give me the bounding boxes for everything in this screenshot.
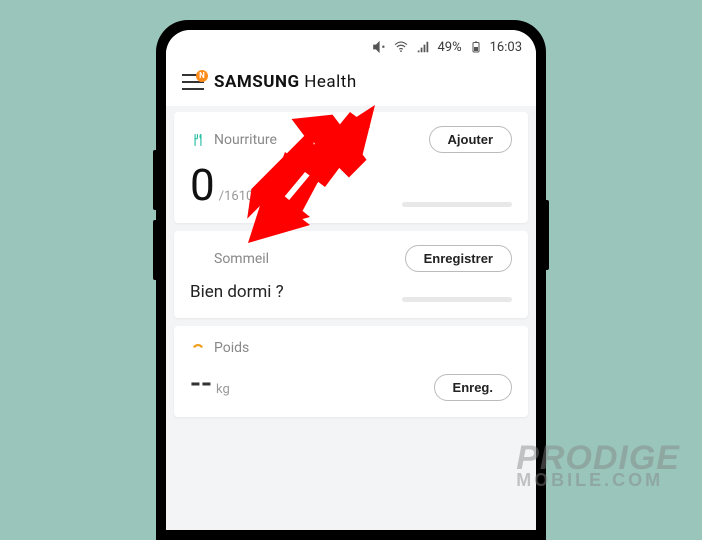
title-brand: SAMSUNG — [214, 72, 300, 92]
title-app: Health — [304, 72, 356, 92]
watermark-line2: MOBILE.COM — [516, 473, 680, 488]
status-bar: 49% 16:03 — [166, 30, 536, 64]
food-goal: /1610 kcal — [219, 189, 280, 204]
food-label: Nourriture — [214, 132, 277, 148]
app-title: SAMSUNG Health — [214, 72, 357, 92]
moon-icon — [190, 251, 206, 267]
cards-container: Nourriture Ajouter 0 /1610 kcal — [166, 106, 536, 423]
scale-icon — [190, 340, 206, 356]
card-weight[interactable]: Poids -- kg Enreg. — [174, 326, 528, 417]
sleep-question: Bien dormi ? — [190, 282, 284, 302]
card-food[interactable]: Nourriture Ajouter 0 /1610 kcal — [174, 112, 528, 223]
app-header: N SAMSUNG Health — [166, 64, 536, 106]
menu-icon[interactable]: N — [182, 74, 204, 90]
phone-frame: 49% 16:03 N SAMSUNG Health — [156, 20, 546, 540]
clock: 16:03 — [490, 40, 522, 55]
weight-value: -- — [190, 366, 212, 401]
signal-icon — [415, 39, 431, 55]
weight-label: Poids — [214, 340, 249, 356]
sleep-label: Sommeil — [214, 251, 269, 267]
add-food-button[interactable]: Ajouter — [429, 126, 513, 153]
fork-knife-icon — [190, 132, 206, 148]
food-value: 0 — [190, 163, 215, 207]
food-progress — [402, 202, 512, 207]
power-button[interactable] — [546, 200, 549, 270]
watermark: PRODIGE MOBILE.COM — [516, 444, 680, 488]
volume-down-button[interactable] — [153, 220, 156, 280]
weight-unit: kg — [216, 382, 230, 397]
record-weight-button[interactable]: Enreg. — [434, 374, 512, 401]
screen: 49% 16:03 N SAMSUNG Health — [166, 30, 536, 530]
volume-up-button[interactable] — [153, 150, 156, 210]
menu-badge: N — [196, 70, 208, 82]
card-sleep[interactable]: Sommeil Enregistrer Bien dormi ? — [174, 231, 528, 318]
record-sleep-button[interactable]: Enregistrer — [405, 245, 512, 272]
sleep-progress — [402, 297, 512, 302]
wifi-icon — [393, 39, 409, 55]
mute-icon — [371, 39, 387, 55]
battery-percent: 49% — [437, 40, 461, 55]
watermark-line1: PRODIGE — [516, 444, 680, 473]
battery-icon — [468, 39, 484, 55]
